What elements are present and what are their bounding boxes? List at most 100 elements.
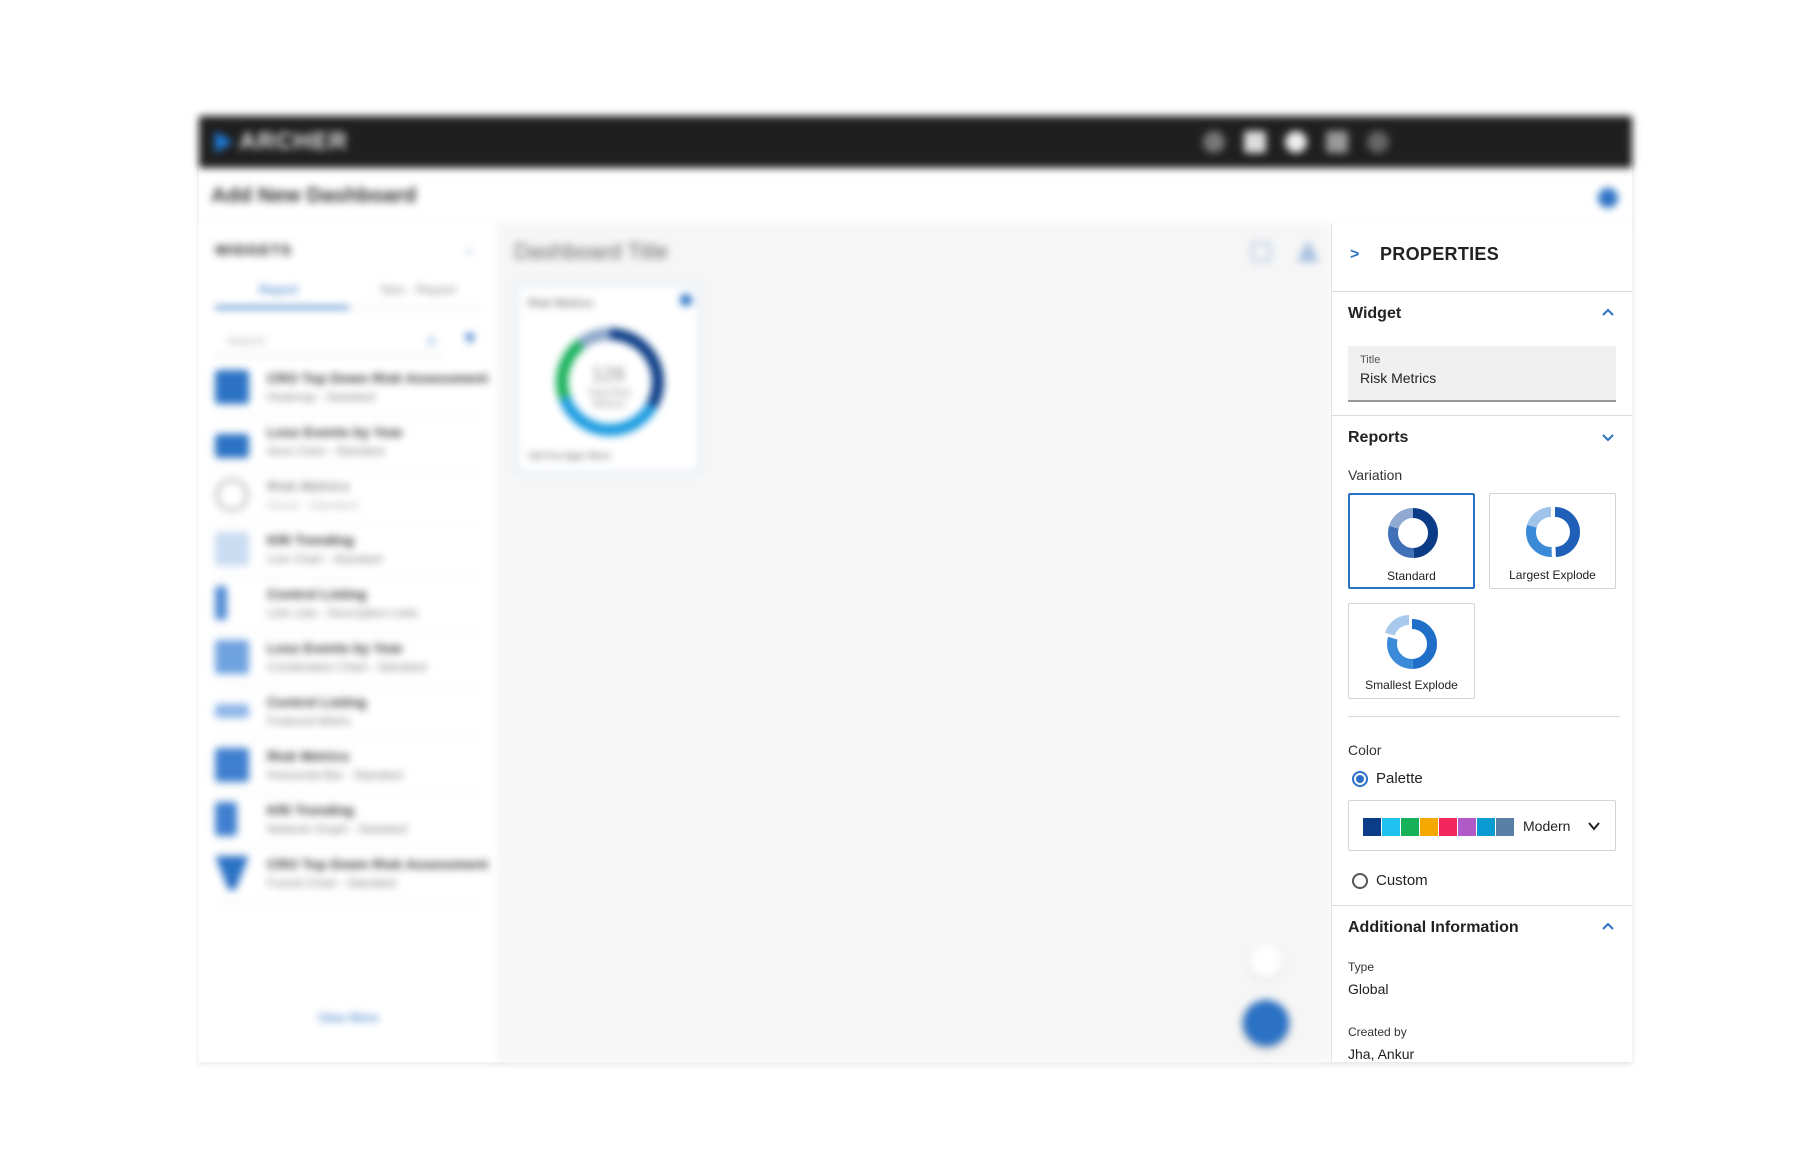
- app-window: ARCHER Add New Dashboard WIDGETS ‹ Repor…: [199, 116, 1632, 1062]
- widget-search-input[interactable]: Search ⌕: [215, 326, 441, 356]
- type-label: Type: [1348, 960, 1375, 974]
- dashboard-canvas: Dashboard Title Risk Metrics 128 Total R…: [497, 224, 1331, 1062]
- subsection-divider: [1348, 716, 1620, 717]
- widget-item-subtitle: Featured Metric: [267, 714, 352, 728]
- palette-swatch: [1382, 818, 1400, 836]
- section-divider: [1332, 415, 1632, 416]
- page-title: Add New Dashboard: [211, 184, 417, 207]
- donut-standard-icon: [1388, 508, 1438, 558]
- widget-item-subtitle: Area Chart - Standard: [267, 444, 385, 458]
- widget-item-subtitle: Donut - Standard: [267, 498, 359, 512]
- collapse-properties-icon[interactable]: >: [1350, 246, 1359, 264]
- custom-radio-option[interactable]: Custom: [1352, 872, 1428, 889]
- share-icon[interactable]: [1297, 240, 1319, 262]
- palette-swatch: [1420, 818, 1438, 836]
- area-chart-icon: [215, 434, 249, 458]
- reports-section-title[interactable]: Reports: [1348, 429, 1408, 447]
- chevron-up-icon[interactable]: [1602, 921, 1614, 933]
- horizontal-bar-icon: [215, 748, 249, 782]
- search-placeholder: Search: [227, 334, 266, 348]
- title-field-value: Risk Metrics: [1360, 370, 1437, 386]
- widget-item-title: KRI Trending: [267, 802, 355, 818]
- user-avatar-icon[interactable]: [1367, 131, 1389, 153]
- chevron-down-icon[interactable]: [1587, 819, 1601, 833]
- widget-list-item[interactable]: KRI Trending Network Graph - Standard: [215, 792, 480, 848]
- palette-swatches: [1363, 818, 1515, 836]
- help-icon[interactable]: [1203, 131, 1225, 153]
- logo-mark-icon: [215, 131, 233, 153]
- line-chart-icon: [215, 532, 249, 566]
- properties-header: > PROPERTIES: [1332, 224, 1632, 292]
- widget-item-subtitle: Network Graph - Standard: [267, 822, 408, 836]
- widget-item-subtitle: Heatmap - Standard: [267, 390, 376, 404]
- variation-label-smallest-explode: Smallest Explode: [1365, 678, 1458, 692]
- variation-standard[interactable]: Standard: [1348, 493, 1475, 589]
- featured-metric-icon: [215, 704, 249, 718]
- heatmap-icon: [215, 370, 249, 404]
- section-divider: [1332, 905, 1632, 906]
- funnel-chart-icon: [215, 856, 249, 890]
- chevron-down-icon[interactable]: [1602, 431, 1614, 443]
- widget-list-item[interactable]: KRI Trending Line Chart - Standard: [215, 522, 480, 578]
- palette-swatch: [1363, 818, 1381, 836]
- palette-dropdown[interactable]: Modern: [1348, 800, 1616, 851]
- widgets-panel: WIDGETS ‹ Report Non - Report Search ⌕ ▼…: [199, 224, 497, 1062]
- widget-list-item[interactable]: Risk Metrics Donut - Standard: [215, 468, 480, 524]
- chevron-up-icon[interactable]: [1602, 307, 1614, 319]
- type-value: Global: [1348, 981, 1389, 997]
- zoom-button[interactable]: [1249, 944, 1283, 978]
- workspace-icon[interactable]: [1285, 131, 1307, 153]
- layout-icon[interactable]: [1251, 242, 1271, 262]
- tab-report[interactable]: Report: [259, 282, 298, 297]
- custom-radio-label: Custom: [1376, 872, 1428, 889]
- widget-list-item[interactable]: Loss Events by Year Combination Chart - …: [215, 630, 480, 686]
- tab-divider: [349, 307, 479, 308]
- created-by-value: Jha, Ankur: [1348, 1046, 1415, 1062]
- properties-title: PROPERTIES: [1380, 244, 1500, 264]
- palette-swatch: [1401, 818, 1419, 836]
- custom-radio[interactable]: [1352, 872, 1368, 889]
- palette-radio[interactable]: [1352, 770, 1368, 787]
- palette-radio-option[interactable]: Palette: [1352, 770, 1423, 787]
- variation-label-largest-explode: Largest Explode: [1509, 568, 1596, 582]
- dashboard-title[interactable]: Dashboard Title: [514, 239, 668, 265]
- widget-section-title[interactable]: Widget: [1348, 305, 1401, 323]
- search-icon[interactable]: ⌕: [427, 330, 437, 351]
- tab-non-report[interactable]: Non - Report: [381, 282, 455, 297]
- archer-logo[interactable]: ARCHER: [215, 128, 348, 155]
- variation-label: Variation: [1348, 467, 1403, 483]
- widgets-label: WIDGETS: [215, 242, 292, 259]
- widget-item-title: Loss Events by Year: [267, 640, 403, 656]
- risk-metrics-widget[interactable]: Risk Metrics 128 Total Risk Metrics Val …: [516, 284, 700, 474]
- widget-list-item[interactable]: Control Listing Link Lists - Descriptive…: [215, 576, 480, 632]
- widget-item-title: Control Listing: [267, 586, 367, 602]
- network-graph-icon: [215, 802, 237, 836]
- filter-icon[interactable]: ▼: [461, 328, 479, 349]
- apps-grid-icon[interactable]: [1326, 131, 1348, 153]
- widget-list-item[interactable]: Loss Events by Year Area Chart - Standar…: [215, 414, 480, 470]
- widget-list-item[interactable]: Control Listing Featured Metric: [215, 684, 480, 740]
- info-icon[interactable]: [1598, 188, 1618, 208]
- collapse-left-icon[interactable]: ‹: [467, 242, 472, 258]
- widget-item-subtitle: Combination Chart - Standard: [267, 660, 427, 674]
- logo-text: ARCHER: [239, 128, 348, 155]
- variation-smallest-explode[interactable]: Smallest Explode: [1348, 603, 1475, 699]
- add-widget-button[interactable]: [1243, 1000, 1289, 1046]
- created-by-label: Created by: [1348, 1025, 1407, 1039]
- widget-list-item[interactable]: Risk Metrics Horizontal Bar - Standard: [215, 738, 480, 794]
- widget-item-title: CRO Top Down Risk Assessment: [267, 370, 488, 386]
- view-more-link[interactable]: View More: [199, 1010, 497, 1025]
- widget-item-subtitle: Link Lists - Descriptive Links: [267, 606, 419, 620]
- color-label: Color: [1348, 742, 1382, 758]
- notification-bell-icon[interactable]: [1244, 131, 1266, 153]
- widget-list-item[interactable]: CRO Top Down Risk Assessment Heatmap - S…: [215, 360, 488, 416]
- widget-item-title: Risk Metrics: [267, 748, 350, 764]
- link-list-icon: [215, 586, 227, 620]
- widget-item-title: KRI Trending: [267, 532, 355, 548]
- additional-info-section-title[interactable]: Additional Information: [1348, 919, 1519, 937]
- widget-list-item[interactable]: CRO Top Down Risk Assessment Funnel Char…: [215, 846, 488, 902]
- widget-title-field[interactable]: Title Risk Metrics: [1348, 346, 1616, 402]
- page-header: Add New Dashboard: [199, 168, 1632, 224]
- properties-panel: > PROPERTIES Widget Title Risk Metrics R…: [1331, 224, 1632, 1062]
- variation-largest-explode[interactable]: Largest Explode: [1489, 493, 1616, 589]
